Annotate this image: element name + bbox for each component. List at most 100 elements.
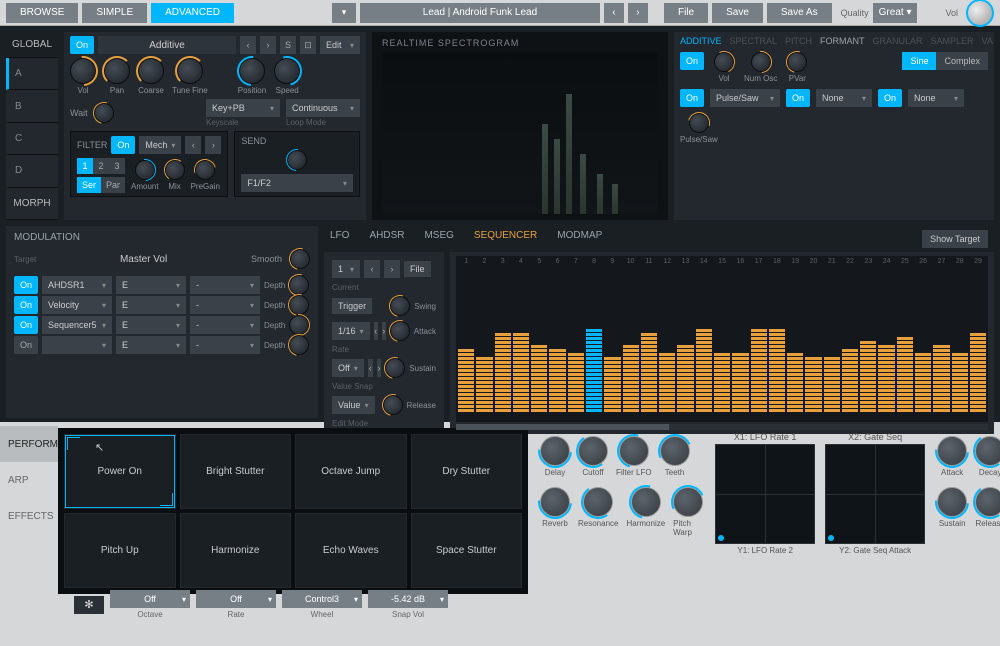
pknob-Filter LFO[interactable]: Filter LFO <box>616 436 652 477</box>
tab-lfo[interactable]: LFO <box>330 230 349 248</box>
seq-num[interactable]: 1 <box>332 260 360 278</box>
swing-knob[interactable] <box>390 296 410 316</box>
send-knob[interactable] <box>287 150 307 170</box>
pknob-Cutoff[interactable]: Cutoff <box>578 436 608 477</box>
seq-num-next[interactable]: › <box>384 260 400 278</box>
seq-step-13[interactable] <box>677 302 693 412</box>
seq-step-1[interactable] <box>458 302 474 412</box>
pknob-Delay[interactable]: Delay <box>540 436 570 477</box>
eng-numosc-knob[interactable]: Num Osc <box>744 52 777 83</box>
part2-on[interactable]: On <box>786 89 810 107</box>
editmode-dd[interactable]: Value <box>332 396 375 414</box>
pad-6[interactable]: Echo Waves <box>295 513 407 588</box>
mod-curve-1[interactable]: E <box>116 296 186 314</box>
smooth-knob[interactable] <box>290 249 310 269</box>
seq-step-24[interactable] <box>878 302 894 412</box>
mod-on-3[interactable]: On <box>14 336 38 354</box>
mod-src-1[interactable]: Velocity <box>42 296 112 314</box>
filter-routing-seg[interactable]: Ser Par <box>77 177 125 193</box>
osc-prev[interactable]: ‹ <box>240 36 256 54</box>
global-tab[interactable]: GLOBAL <box>6 32 58 58</box>
layer-c-tab[interactable]: C <box>6 123 58 155</box>
osc-solo[interactable]: S <box>280 36 296 54</box>
mod-src-2[interactable]: Sequencer5 <box>42 316 112 334</box>
seq-step-23[interactable] <box>860 302 876 412</box>
mod-depth-0[interactable] <box>289 275 309 295</box>
mod-depth-1[interactable] <box>289 295 309 315</box>
seq-scrollbar[interactable] <box>456 424 988 430</box>
osc-edit[interactable]: Edit <box>320 36 360 54</box>
pknob-Pitch Warp[interactable]: Pitch Warp <box>673 487 703 537</box>
layer-a-tab[interactable]: A <box>6 58 58 90</box>
seq-step-5[interactable] <box>531 302 547 412</box>
seq-step-4[interactable] <box>513 302 529 412</box>
trigger-btn[interactable]: Trigger <box>332 298 372 314</box>
xy1[interactable]: X1: LFO Rate 1 Y1: LFO Rate 2 <box>715 432 815 646</box>
filter-mix-knob[interactable]: Mix <box>165 160 185 191</box>
seq-step-8[interactable] <box>586 302 602 412</box>
seq-step-16[interactable] <box>732 302 748 412</box>
quality-select[interactable]: Great ▾ <box>873 3 918 23</box>
mod-src-0[interactable]: AHDSR1 <box>42 276 112 294</box>
xy2[interactable]: X2: Gate Seq Y2: Gate Seq Attack <box>825 432 925 646</box>
tab-effects[interactable]: EFFECTS <box>0 498 58 534</box>
release-knob[interactable] <box>383 395 403 415</box>
seq-step-9[interactable] <box>604 302 620 412</box>
seq-step-14[interactable] <box>696 302 712 412</box>
position-knob[interactable]: Position <box>238 58 266 95</box>
seq-file[interactable]: File <box>404 261 431 277</box>
tab-mseg[interactable]: MSEG <box>424 230 453 248</box>
pad-7[interactable]: Space Stutter <box>411 513 523 588</box>
osc-next[interactable]: › <box>260 36 276 54</box>
seq-step-6[interactable] <box>549 302 565 412</box>
seq-step-19[interactable] <box>787 302 803 412</box>
pad-5[interactable]: Harmonize <box>180 513 292 588</box>
save-button[interactable]: Save <box>712 3 763 23</box>
advanced-button[interactable]: ADVANCED <box>151 3 234 23</box>
filter-next[interactable]: › <box>205 136 221 154</box>
seq-step-25[interactable] <box>897 302 913 412</box>
mod-target[interactable]: Master Vol <box>44 254 243 265</box>
mod-on-0[interactable]: On <box>14 276 38 294</box>
filter-type[interactable]: Mech <box>139 136 181 154</box>
seq-step-15[interactable] <box>714 302 730 412</box>
mod-on-1[interactable]: On <box>14 296 38 314</box>
preset-name[interactable]: Lead | Android Funk Lead <box>360 3 600 23</box>
snap-dd[interactable]: Off <box>332 359 364 377</box>
mod-depth-2[interactable] <box>289 315 309 335</box>
osc-lock-icon[interactable]: ⊡ <box>300 36 316 54</box>
mod-via-0[interactable]: - <box>190 276 260 294</box>
snapvol-dd[interactable]: -5.42 dB <box>368 590 448 608</box>
coarse-knob[interactable]: Coarse <box>138 58 164 95</box>
tab-sampler[interactable]: SAMPLER <box>931 36 974 46</box>
seq-grid[interactable]: 1234567891011121314151617181920212223242… <box>456 256 988 422</box>
filter-amount-knob[interactable]: Amount <box>131 160 159 191</box>
pad-3[interactable]: Dry Stutter <box>411 434 523 509</box>
mod-via-1[interactable]: - <box>190 296 260 314</box>
seq-step-22[interactable] <box>842 302 858 412</box>
seq-step-10[interactable] <box>623 302 639 412</box>
seq-step-28[interactable] <box>952 302 968 412</box>
pad-0[interactable]: Power On↖ <box>64 434 176 509</box>
tab-granular[interactable]: GRANULAR <box>873 36 923 46</box>
mod-src-3[interactable] <box>42 336 112 354</box>
layer-d-tab[interactable]: D <box>6 155 58 187</box>
seq-step-29[interactable] <box>970 302 986 412</box>
browse-button[interactable]: BROWSE <box>6 3 78 23</box>
vol-knob[interactable]: Vol <box>70 58 96 95</box>
loopmode-dd[interactable]: Continuous <box>286 99 360 117</box>
seq-step-11[interactable] <box>641 302 657 412</box>
part3-dd[interactable]: None <box>908 89 964 107</box>
tab-perform[interactable]: PERFORM <box>0 426 58 462</box>
file-button[interactable]: File <box>664 3 708 23</box>
mod-curve-2[interactable]: E <box>116 316 186 334</box>
simple-button[interactable]: SIMPLE <box>82 3 147 23</box>
seq-step-21[interactable] <box>824 302 840 412</box>
pad-4[interactable]: Pitch Up <box>64 513 176 588</box>
part1-on[interactable]: On <box>680 89 704 107</box>
tab-spectral[interactable]: SPECTRAL <box>730 36 778 46</box>
eng-vol-knob[interactable]: Vol <box>714 52 734 83</box>
tab-formant[interactable]: FORMANT <box>820 36 865 46</box>
mod-via-3[interactable]: - <box>190 336 260 354</box>
wheel-dd[interactable]: Control3 <box>282 590 362 608</box>
